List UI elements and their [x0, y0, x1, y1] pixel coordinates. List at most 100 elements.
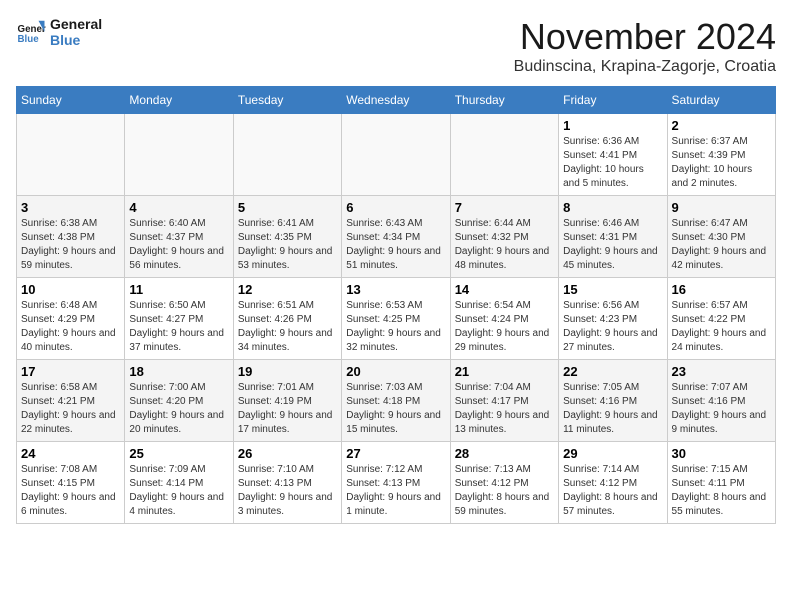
day-info: Sunrise: 6:38 AM Sunset: 4:38 PM Dayligh… — [21, 217, 120, 273]
day-cell: 24 Sunrise: 7:08 AM Sunset: 4:15 PM Dayli… — [17, 442, 125, 524]
day-number: 12 — [238, 282, 337, 297]
day-info: Sunrise: 7:08 AM Sunset: 4:15 PM Dayligh… — [21, 463, 120, 519]
location-title: Budinscina, Krapina-Zagorje, Croatia — [514, 58, 776, 76]
day-info: Sunrise: 6:37 AM Sunset: 4:39 PM Dayligh… — [672, 135, 771, 191]
day-cell: 19Sunrise: 7:01 AM Sunset: 4:19 PM Dayli… — [233, 360, 341, 442]
day-number: 25 — [129, 446, 228, 461]
day-number: 23 — [672, 364, 771, 379]
day-info: Sunrise: 6:47 AM Sunset: 4:30 PM Dayligh… — [672, 217, 771, 273]
day-cell: 9Sunrise: 6:47 AM Sunset: 4:30 PM Daylig… — [667, 196, 775, 278]
day-cell: 25 Sunrise: 7:09 AM Sunset: 4:14 PM Dayli… — [125, 442, 233, 524]
day-info: Sunrise: 7:05 AM Sunset: 4:16 PM Dayligh… — [563, 381, 662, 437]
logo: General Blue General Blue — [16, 16, 102, 48]
day-cell: 10Sunrise: 6:48 AM Sunset: 4:29 PM Dayli… — [17, 278, 125, 360]
day-info: Sunrise: 7:13 AM Sunset: 4:12 PM Dayligh… — [455, 463, 554, 519]
day-info: Sunrise: 6:43 AM Sunset: 4:34 PM Dayligh… — [346, 217, 445, 273]
month-title: November 2024 — [514, 16, 776, 58]
day-cell: 21 Sunrise: 7:04 AM Sunset: 4:17 PM Dayli… — [450, 360, 558, 442]
day-number: 21 — [455, 364, 554, 379]
day-info: Sunrise: 6:51 AM Sunset: 4:26 PM Dayligh… — [238, 299, 337, 355]
day-number: 3 — [21, 200, 120, 215]
day-info: Sunrise: 6:53 AM Sunset: 4:25 PM Dayligh… — [346, 299, 445, 355]
day-cell: 3 Sunrise: 6:38 AM Sunset: 4:38 PM Daylig… — [17, 196, 125, 278]
day-info: Sunrise: 7:14 AM Sunset: 4:12 PM Dayligh… — [563, 463, 662, 519]
day-info: Sunrise: 6:57 AM Sunset: 4:22 PM Dayligh… — [672, 299, 771, 355]
calendar-header: SundayMondayTuesdayWednesdayThursdayFrid… — [17, 87, 776, 114]
day-cell — [450, 114, 558, 196]
day-info: Sunrise: 6:44 AM Sunset: 4:32 PM Dayligh… — [455, 217, 554, 273]
day-number: 18 — [129, 364, 228, 379]
day-cell: 6 Sunrise: 6:43 AM Sunset: 4:34 PM Daylig… — [342, 196, 450, 278]
week-row-2: 10Sunrise: 6:48 AM Sunset: 4:29 PM Dayli… — [17, 278, 776, 360]
day-cell — [125, 114, 233, 196]
header-cell-thursday: Thursday — [450, 87, 558, 114]
header-cell-sunday: Sunday — [17, 87, 125, 114]
day-number: 7 — [455, 200, 554, 215]
header-cell-friday: Friday — [559, 87, 667, 114]
day-number: 30 — [672, 446, 771, 461]
week-row-1: 3 Sunrise: 6:38 AM Sunset: 4:38 PM Daylig… — [17, 196, 776, 278]
day-info: Sunrise: 6:40 AM Sunset: 4:37 PM Dayligh… — [129, 217, 228, 273]
day-cell — [342, 114, 450, 196]
day-cell: 26Sunrise: 7:10 AM Sunset: 4:13 PM Dayli… — [233, 442, 341, 524]
day-number: 27 — [346, 446, 445, 461]
day-number: 1 — [563, 118, 662, 133]
day-info: Sunrise: 6:54 AM Sunset: 4:24 PM Dayligh… — [455, 299, 554, 355]
logo-line1: General — [50, 16, 102, 32]
day-number: 2 — [672, 118, 771, 133]
logo-line2: Blue — [50, 32, 102, 48]
day-number: 20 — [346, 364, 445, 379]
day-number: 15 — [563, 282, 662, 297]
week-row-0: 1 Sunrise: 6:36 AM Sunset: 4:41 PM Daylig… — [17, 114, 776, 196]
day-cell: 16Sunrise: 6:57 AM Sunset: 4:22 PM Dayli… — [667, 278, 775, 360]
day-number: 17 — [21, 364, 120, 379]
day-cell: 5 Sunrise: 6:41 AM Sunset: 4:35 PM Daylig… — [233, 196, 341, 278]
day-number: 14 — [455, 282, 554, 297]
day-info: Sunrise: 7:04 AM Sunset: 4:17 PM Dayligh… — [455, 381, 554, 437]
header-cell-monday: Monday — [125, 87, 233, 114]
week-row-3: 17Sunrise: 6:58 AM Sunset: 4:21 PM Dayli… — [17, 360, 776, 442]
day-info: Sunrise: 6:50 AM Sunset: 4:27 PM Dayligh… — [129, 299, 228, 355]
day-number: 4 — [129, 200, 228, 215]
day-cell: 7 Sunrise: 6:44 AM Sunset: 4:32 PM Daylig… — [450, 196, 558, 278]
day-info: Sunrise: 7:00 AM Sunset: 4:20 PM Dayligh… — [129, 381, 228, 437]
day-number: 22 — [563, 364, 662, 379]
day-info: Sunrise: 7:09 AM Sunset: 4:14 PM Dayligh… — [129, 463, 228, 519]
day-cell: 8 Sunrise: 6:46 AM Sunset: 4:31 PM Daylig… — [559, 196, 667, 278]
day-info: Sunrise: 7:12 AM Sunset: 4:13 PM Dayligh… — [346, 463, 445, 519]
day-cell — [17, 114, 125, 196]
day-cell: 2 Sunrise: 6:37 AM Sunset: 4:39 PM Daylig… — [667, 114, 775, 196]
day-cell: 12 Sunrise: 6:51 AM Sunset: 4:26 PM Dayli… — [233, 278, 341, 360]
day-number: 24 — [21, 446, 120, 461]
logo-icon: General Blue — [16, 17, 46, 47]
day-info: Sunrise: 7:15 AM Sunset: 4:11 PM Dayligh… — [672, 463, 771, 519]
day-cell: 13 Sunrise: 6:53 AM Sunset: 4:25 PM Dayli… — [342, 278, 450, 360]
header-cell-saturday: Saturday — [667, 87, 775, 114]
day-info: Sunrise: 7:07 AM Sunset: 4:16 PM Dayligh… — [672, 381, 771, 437]
day-info: Sunrise: 7:10 AM Sunset: 4:13 PM Dayligh… — [238, 463, 337, 519]
day-number: 6 — [346, 200, 445, 215]
day-cell: 30 Sunrise: 7:15 AM Sunset: 4:11 PM Dayli… — [667, 442, 775, 524]
day-cell — [233, 114, 341, 196]
day-info: Sunrise: 6:46 AM Sunset: 4:31 PM Dayligh… — [563, 217, 662, 273]
day-number: 11 — [129, 282, 228, 297]
day-number: 28 — [455, 446, 554, 461]
day-number: 29 — [563, 446, 662, 461]
day-cell: 29 Sunrise: 7:14 AM Sunset: 4:12 PM Dayli… — [559, 442, 667, 524]
day-cell: 20Sunrise: 7:03 AM Sunset: 4:18 PM Dayli… — [342, 360, 450, 442]
header-cell-tuesday: Tuesday — [233, 87, 341, 114]
day-number: 19 — [238, 364, 337, 379]
title-area: November 2024 Budinscina, Krapina-Zagorj… — [514, 16, 776, 76]
header-row: SundayMondayTuesdayWednesdayThursdayFrid… — [17, 87, 776, 114]
week-row-4: 24 Sunrise: 7:08 AM Sunset: 4:15 PM Dayli… — [17, 442, 776, 524]
header-cell-wednesday: Wednesday — [342, 87, 450, 114]
day-number: 8 — [563, 200, 662, 215]
calendar: SundayMondayTuesdayWednesdayThursdayFrid… — [16, 86, 776, 524]
day-number: 5 — [238, 200, 337, 215]
day-number: 13 — [346, 282, 445, 297]
day-info: Sunrise: 6:36 AM Sunset: 4:41 PM Dayligh… — [563, 135, 662, 191]
calendar-body: 1 Sunrise: 6:36 AM Sunset: 4:41 PM Daylig… — [17, 114, 776, 524]
day-cell: 17Sunrise: 6:58 AM Sunset: 4:21 PM Dayli… — [17, 360, 125, 442]
day-cell: 15Sunrise: 6:56 AM Sunset: 4:23 PM Dayli… — [559, 278, 667, 360]
day-info: Sunrise: 6:41 AM Sunset: 4:35 PM Dayligh… — [238, 217, 337, 273]
